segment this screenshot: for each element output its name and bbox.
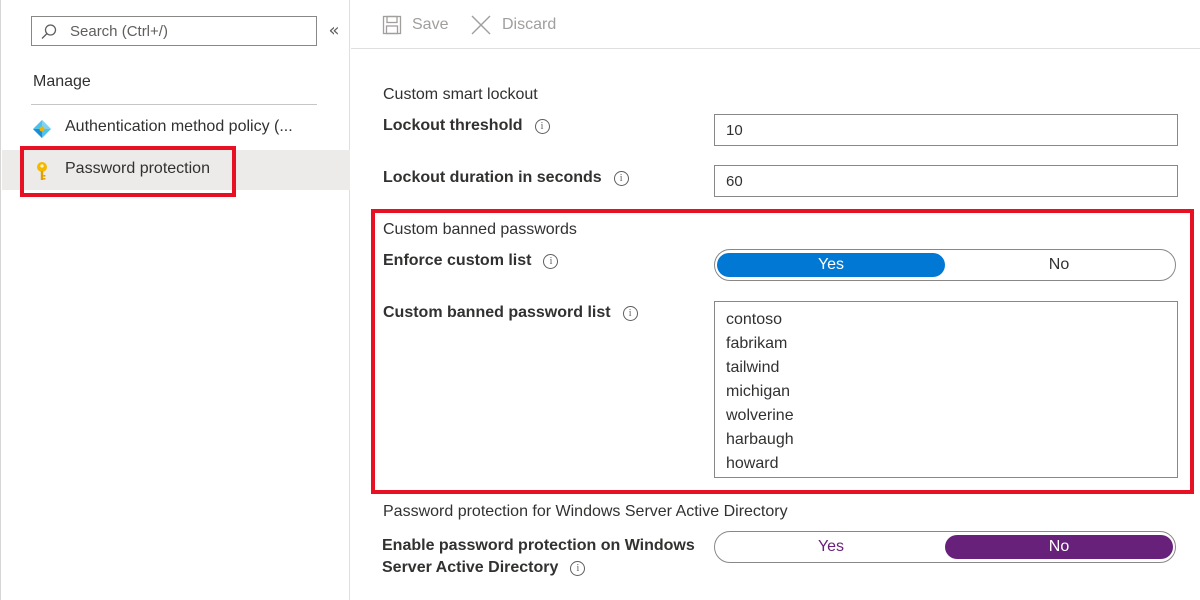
- section-title-smart-lockout: Custom smart lockout: [383, 86, 538, 103]
- list-item: fabrikam: [726, 335, 788, 352]
- field-label-text: Lockout duration in seconds: [383, 169, 602, 186]
- collapse-sidebar-button[interactable]: «: [325, 20, 343, 42]
- info-icon[interactable]: i: [622, 305, 638, 321]
- lockout-duration-label: Lockout duration in seconds i: [383, 169, 629, 187]
- discard-label: Discard: [502, 16, 557, 33]
- section-title-windows-server-ad: Password protection for Windows Server A…: [383, 503, 788, 520]
- password-protection-blade: « Manage Authentication method policy (.…: [0, 0, 1200, 600]
- toggle-option-yes[interactable]: Yes: [717, 253, 945, 277]
- section-title-banned-passwords: Custom banned passwords: [383, 221, 577, 238]
- toggle-option-no[interactable]: No: [945, 535, 1173, 559]
- custom-banned-password-list-textarea[interactable]: contoso fabrikam tailwind michigan wolve…: [714, 301, 1178, 478]
- sidebar-item-label: Password protection: [65, 160, 210, 177]
- search-box[interactable]: [31, 16, 317, 46]
- manage-heading: Manage: [33, 73, 91, 90]
- list-item: contoso: [726, 311, 783, 328]
- enforce-custom-list-label: Enforce custom list i: [383, 252, 559, 270]
- list-item: howard: [726, 455, 779, 472]
- list-item: wolverine: [726, 407, 794, 424]
- manage-divider: [31, 104, 317, 105]
- save-label: Save: [412, 16, 449, 33]
- enforce-custom-list-toggle[interactable]: Yes No: [714, 249, 1176, 281]
- toggle-option-yes[interactable]: Yes: [717, 535, 945, 559]
- lockout-threshold-input[interactable]: [714, 114, 1178, 146]
- command-bar: Save Discard: [351, 0, 1200, 49]
- enable-password-protection-label: Enable password protection on Windows Se…: [382, 535, 712, 579]
- sidebar-item-authentication-method-policy[interactable]: Authentication method policy (...: [2, 108, 350, 148]
- field-label-text: Enforce custom list: [383, 252, 532, 269]
- field-label-text: Enable password protection on Windows: [382, 537, 695, 554]
- custom-banned-list-label: Custom banned password list i: [383, 304, 638, 322]
- list-item: michigan: [726, 383, 791, 400]
- key-icon: [37, 162, 47, 180]
- lockout-duration-input[interactable]: [714, 165, 1178, 197]
- lockout-threshold-label: Lockout threshold i: [383, 117, 550, 135]
- enable-password-protection-toggle[interactable]: Yes No: [714, 531, 1176, 563]
- field-label-line: Server Active Directory i: [382, 557, 712, 579]
- info-icon[interactable]: i: [543, 253, 559, 269]
- list-item: harbaugh: [726, 431, 794, 448]
- sidebar: « Manage Authentication method policy (.…: [0, 0, 350, 600]
- field-label-text: Lockout threshold: [383, 117, 523, 134]
- field-label-text: Server Active Directory: [382, 559, 559, 576]
- info-icon[interactable]: i: [534, 118, 550, 134]
- sidebar-item-label: Authentication method policy (...: [65, 118, 293, 135]
- info-icon[interactable]: i: [613, 170, 629, 186]
- list-item: tailwind: [726, 359, 780, 376]
- toggle-option-no[interactable]: No: [945, 253, 1173, 277]
- field-label-text: Custom banned password list: [383, 304, 611, 321]
- sidebar-item-password-protection[interactable]: Password protection: [2, 150, 350, 190]
- search-icon: [41, 24, 57, 39]
- save-icon: [382, 15, 402, 35]
- save-button[interactable]: Save: [382, 12, 448, 38]
- close-icon: [471, 15, 491, 35]
- diamond-icon: [33, 120, 51, 138]
- search-input[interactable]: [70, 17, 310, 45]
- info-icon[interactable]: i: [570, 560, 586, 576]
- discard-button[interactable]: Discard: [470, 12, 556, 38]
